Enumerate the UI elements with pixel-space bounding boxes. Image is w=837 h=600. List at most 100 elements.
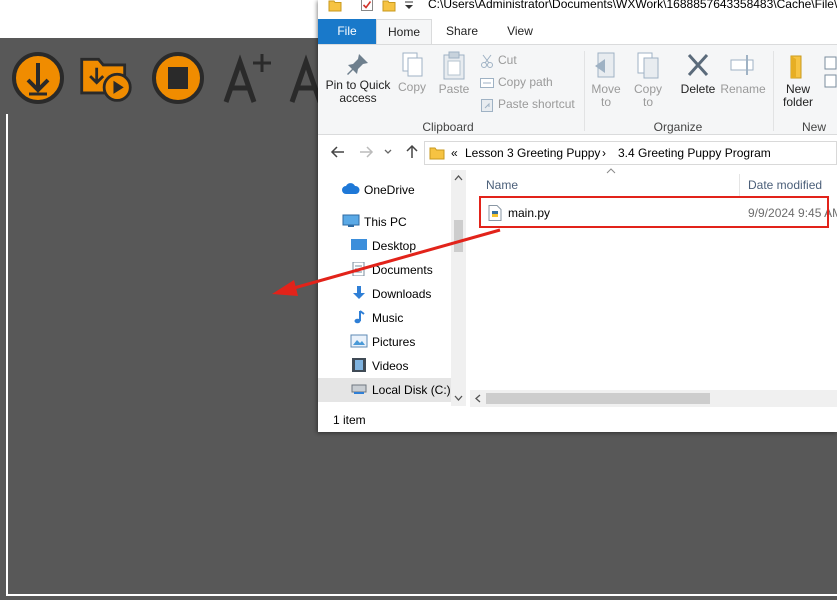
scroll-down-arrow-icon[interactable] [454,394,463,402]
address-bar[interactable]: « Lesson 3 Greeting Puppy › 3.4 Greeting… [424,141,837,165]
copy-path-button[interactable]: Copy path [480,73,553,91]
nav-label: Videos [372,359,409,373]
rename-button[interactable]: Rename [720,51,766,96]
tab-view[interactable]: View [500,19,540,44]
download-icon[interactable] [10,50,66,106]
font-increase-icon[interactable] [220,50,276,106]
new-item-icon[interactable] [820,55,837,91]
tab-home[interactable]: Home [376,19,432,44]
nav-item-local-disk[interactable]: Local Disk (C:) [318,378,451,402]
stop-icon[interactable] [150,50,206,106]
chevron-down-icon [384,149,392,154]
recent-locations-button[interactable] [378,144,398,165]
nav-label: Music [372,311,404,325]
scroll-up-arrow-icon[interactable] [454,174,463,182]
breadcrumb-lesson[interactable]: Lesson 3 Greeting Puppy [465,146,600,160]
address-bar-row: « Lesson 3 Greeting Puppy › 3.4 Greeting… [318,138,837,168]
pin-icon [347,54,368,75]
new-group-label: New [801,120,826,134]
videos-icon [352,358,366,372]
horizontal-scrollbar[interactable] [470,390,837,407]
delete-x-icon [687,53,709,77]
new-folder-quick-icon[interactable] [382,0,396,12]
up-button[interactable] [402,144,422,165]
pin-quick-access-button[interactable]: Pin to Quick access [324,51,392,105]
nav-item-this-pc[interactable]: This PC [342,210,452,234]
pictures-icon [350,334,368,348]
folder-icon [328,0,342,12]
new-folder-button[interactable]: New folder [778,51,818,109]
rename-label: Rename [720,82,766,96]
nav-item-desktop[interactable]: Desktop [350,234,452,258]
breadcrumb-separator[interactable]: › [602,146,606,160]
horizontal-scroll-thumb[interactable] [486,393,710,404]
item-count: 1 item [333,413,366,427]
breadcrumb-program[interactable]: 3.4 Greeting Puppy Program [618,146,771,160]
copy-icon [402,52,423,77]
scroll-left-arrow-icon[interactable] [474,394,482,403]
highlight-box [479,196,829,228]
nav-scroll-thumb[interactable] [454,220,463,252]
paste-shortcut-label: Paste shortcut [498,97,575,111]
paste-shortcut-button[interactable]: Paste shortcut [480,95,575,113]
paste-button[interactable]: Paste [436,51,472,96]
nav-label: Local Disk (C:) [372,383,451,397]
group-divider [773,51,774,131]
new-folder-icon [790,55,802,79]
nav-item-documents[interactable]: Documents [350,258,452,282]
navigation-pane: OneDrive This PC Desktop Documents Downl… [318,170,466,406]
new-folder-label: New folder [782,82,814,109]
downloads-icon [353,286,365,299]
canvas-border [6,114,8,594]
cut-label: Cut [498,53,517,67]
nav-label: This PC [364,215,407,229]
back-arrow-icon [330,146,344,158]
column-header-date[interactable]: Date modified [748,178,822,192]
drive-icon [351,384,367,394]
forward-arrow-icon [360,146,374,158]
copy-button[interactable]: Copy [396,51,428,94]
column-header-name[interactable]: Name [486,178,518,192]
nav-item-videos[interactable]: Videos [350,354,452,378]
title-bar: C:\Users\Administrator\Documents\WXWork\… [318,0,837,14]
paste-icon [443,51,465,80]
copy-to-label: Copy to [633,82,662,109]
scissors-icon [481,54,493,68]
address-overflow[interactable]: « [451,146,458,160]
properties-icon[interactable] [360,0,374,12]
tab-file[interactable]: File [318,19,376,44]
computer-icon [342,214,360,227]
nav-scrollbar[interactable] [451,170,466,406]
up-arrow-icon [406,144,418,158]
copy-to-icon [637,52,659,79]
desktop-icon [351,239,367,250]
copy-to-button[interactable]: Copy to [632,51,664,109]
customize-toolbar-icon[interactable] [402,0,416,12]
nav-label: Desktop [372,239,417,253]
tab-share[interactable]: Share [442,19,482,44]
delete-label: Delete [680,82,716,96]
column-divider[interactable] [739,174,740,198]
nav-item-pictures[interactable]: Pictures [350,330,452,354]
delete-button[interactable]: Delete [680,51,716,96]
canvas-border-bottom [6,594,837,596]
nav-item-downloads[interactable]: Downloads [350,282,452,306]
documents-icon [352,262,365,276]
move-to-button[interactable]: Move to [590,51,622,109]
paste-shortcut-icon [481,98,493,112]
column-header-row: Name Date modified [470,174,837,198]
folder-run-icon[interactable] [78,50,134,106]
forward-button[interactable] [356,144,376,165]
copy-label: Copy [397,80,426,94]
nav-item-music[interactable]: Music [350,306,452,330]
back-button[interactable] [328,144,348,165]
group-divider [584,51,585,131]
ribbon-home: Pin to Quick access Copy Paste Cut Copy … [318,44,837,135]
paste-label: Paste [438,82,470,96]
nav-item-onedrive[interactable]: OneDrive [342,178,452,202]
cut-button[interactable]: Cut [480,51,517,69]
pin-label: Pin to Quick access [325,78,391,105]
clipboard-group-label: Clipboard [422,120,474,134]
music-icon [354,310,365,324]
copy-path-icon [480,77,494,88]
